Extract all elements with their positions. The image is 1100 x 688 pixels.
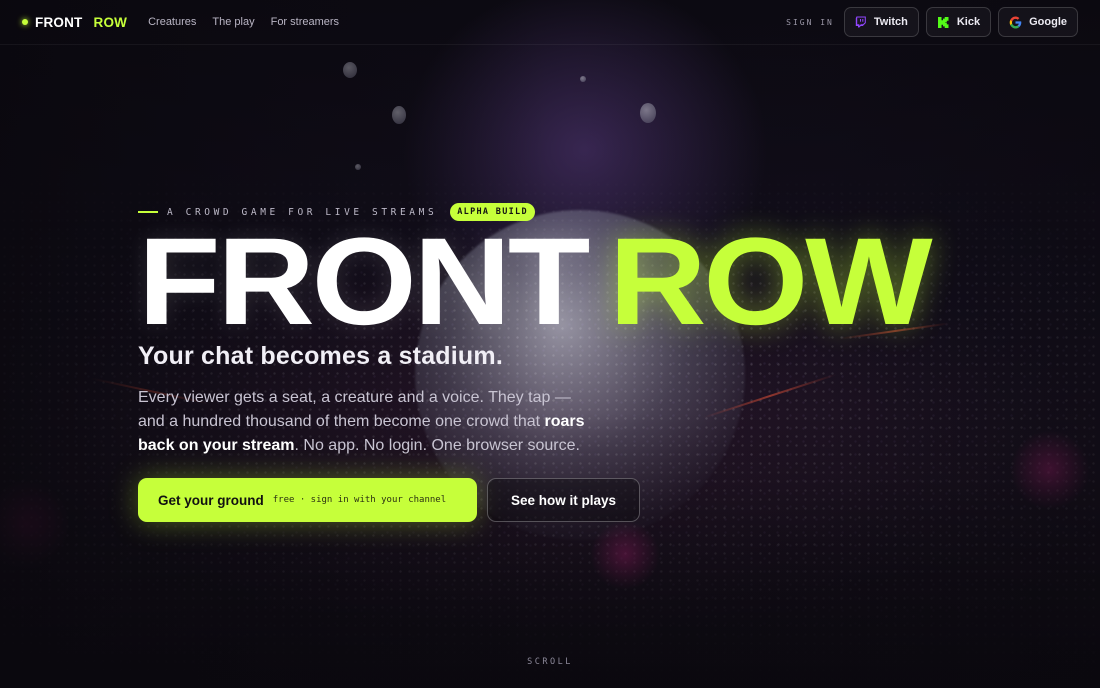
headline-row: ROW xyxy=(608,213,933,351)
description-text-2: . No app. No login. One browser source. xyxy=(294,437,580,454)
brand-logo[interactable]: FRONT ROW xyxy=(22,15,127,30)
google-sign-in-button[interactable]: Google xyxy=(998,7,1078,37)
twitch-icon xyxy=(855,16,867,28)
headline-front: FRONT xyxy=(138,213,590,351)
twitch-button-label: Twitch xyxy=(873,16,908,28)
hero-headline: FRONT ROW xyxy=(138,217,933,347)
logo-text-front: FRONT xyxy=(35,14,83,30)
nav-link-the-play[interactable]: The play xyxy=(212,16,254,28)
see-how-it-plays-button[interactable]: See how it plays xyxy=(487,478,640,522)
description-text-1: Every viewer gets a seat, a creature and… xyxy=(138,389,571,430)
nav-links: Creatures The play For streamers xyxy=(148,16,339,28)
top-nav: FRONT ROW Creatures The play For streame… xyxy=(0,0,1100,45)
logo-dot-icon xyxy=(22,19,28,25)
cta-primary-sublabel: free · sign in with your channel xyxy=(272,495,447,505)
google-button-label: Google xyxy=(1029,16,1067,28)
hero-description: Every viewer gets a seat, a creature and… xyxy=(138,386,588,458)
google-icon xyxy=(1009,16,1022,29)
cta-row: Get your ground free · sign in with your… xyxy=(138,478,640,522)
nav-link-creatures[interactable]: Creatures xyxy=(148,16,196,28)
twitch-sign-in-button[interactable]: Twitch xyxy=(843,7,919,37)
hero-tagline: Your chat becomes a stadium. xyxy=(138,342,503,370)
logo-text-row: ROW xyxy=(93,14,128,30)
kick-button-label: Kick xyxy=(956,16,981,28)
kick-icon xyxy=(937,16,950,29)
nav-link-for-streamers[interactable]: For streamers xyxy=(271,16,339,28)
get-your-ground-button[interactable]: Get your ground free · sign in with your… xyxy=(138,478,477,522)
scroll-hint[interactable]: SCROLL xyxy=(0,657,1100,667)
cta-primary-label: Get your ground xyxy=(158,492,264,508)
sign-in-group: SIGN IN Twitch Kick Google xyxy=(786,7,1078,37)
sign-in-label: SIGN IN xyxy=(786,17,834,27)
kick-sign-in-button[interactable]: Kick xyxy=(925,7,992,37)
